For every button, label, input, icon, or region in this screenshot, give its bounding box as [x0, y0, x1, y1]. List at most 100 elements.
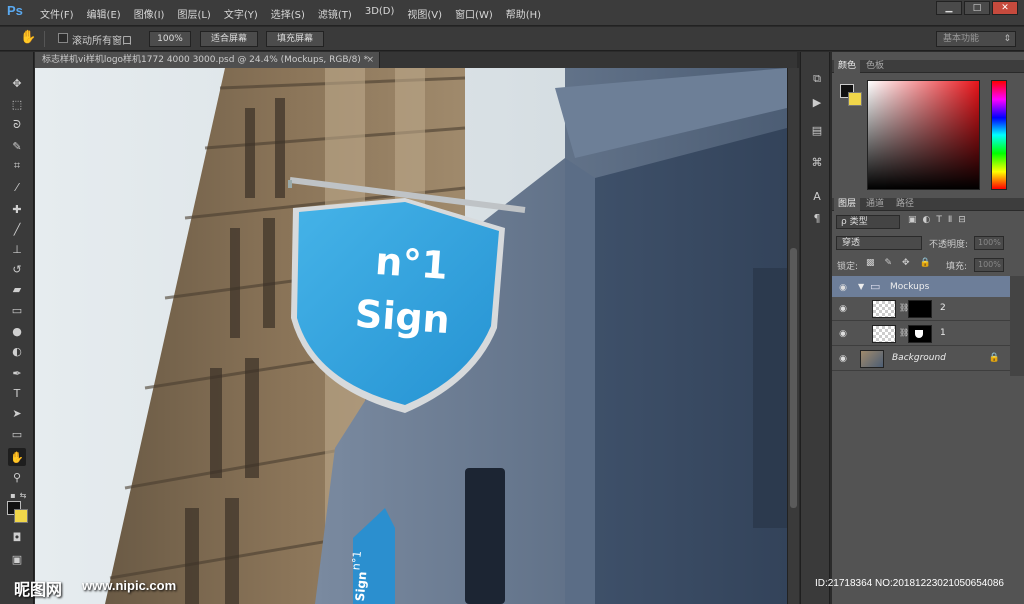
layer-filter-icons[interactable]: ▣◐TⅡ⊟ [908, 215, 972, 225]
path-selection-tool-icon[interactable]: ➤ [8, 404, 26, 422]
history-panel-icon[interactable]: ⧉ [809, 72, 825, 88]
fill-screen-button[interactable]: 填充屏幕 [266, 31, 324, 47]
color-panel [832, 74, 1024, 196]
rectangle-tool-icon[interactable]: ▭ [8, 425, 26, 443]
canvas-vertical-scrollbar[interactable] [787, 68, 799, 604]
photoshop-window: Ps 文件(F) 编辑(E) 图像(I) 图层(L) 文字(Y) 选择(S) 滤… [0, 0, 1024, 604]
document-tab[interactable]: 标志样机vi样机logo样机1772 4000 3000.psd @ 24.4%… [35, 52, 380, 68]
fill-label: 填充: [946, 262, 968, 272]
tab-color[interactable]: 颜色 [834, 60, 861, 73]
character-panel-icon[interactable]: A [809, 190, 825, 206]
clone-stamp-tool-icon[interactable]: ⊥ [8, 240, 26, 258]
opacity-input[interactable]: 100% [974, 236, 1004, 250]
minimize-button[interactable]: ▁ [936, 1, 962, 15]
marquee-tool-icon[interactable]: ⬚ [8, 95, 26, 113]
layers-panel-header: 图层 通道 路径 [832, 198, 1024, 211]
small-sign-line2: Sign [353, 571, 370, 602]
move-tool-icon[interactable]: ✥ [8, 74, 26, 92]
menu-edit[interactable]: 编辑(E) [87, 6, 121, 21]
pen-tool-icon[interactable]: ✒ [8, 364, 26, 382]
crop-tool-icon[interactable]: ⌗ [8, 157, 26, 175]
brush-tool-icon[interactable]: ╱ [8, 220, 26, 238]
zoom-100-button[interactable]: 100% [149, 31, 191, 47]
workspace-label: 基本功能 [943, 34, 980, 44]
visibility-eye-icon[interactable]: ◉ [837, 303, 849, 315]
layer-filter-select[interactable]: ρ 类型 [836, 215, 900, 229]
document-canvas[interactable]: n°1 Sign n°1 Sign [35, 68, 787, 604]
visibility-eye-icon[interactable]: ◉ [837, 282, 849, 294]
quick-selection-tool-icon[interactable]: ✎ [8, 137, 26, 155]
menu-view[interactable]: 视图(V) [407, 6, 442, 21]
tab-swatches[interactable]: 色板 [862, 60, 888, 73]
background-color-swatch[interactable] [14, 509, 28, 523]
folder-icon: ▭ [870, 280, 881, 293]
hand-tool-icon[interactable]: ✋ [8, 448, 26, 466]
scroll-all-windows-label: 滚动所有窗口 [72, 36, 132, 47]
actions-panel-icon[interactable]: ▶ [809, 96, 825, 112]
menu-3d[interactable]: 3D(D) [365, 6, 395, 21]
blur-tool-icon[interactable]: ● [8, 322, 26, 340]
tab-paths[interactable]: 路径 [892, 198, 918, 211]
small-sign-line1: n°1 [349, 550, 364, 571]
document-tab-title: 标志样机vi样机logo样机1772 4000 3000.psd @ 24.4%… [42, 55, 369, 65]
group-expand-icon[interactable]: ▼ [858, 282, 864, 291]
layer-row-2[interactable]: ◉ ⛓ 2 [832, 297, 1010, 321]
color-spectrum-picker[interactable] [867, 80, 980, 190]
fit-screen-button[interactable]: 适合屏幕 [200, 31, 258, 47]
close-tab-icon[interactable]: × [366, 52, 374, 68]
scroll-all-windows-checkbox[interactable] [58, 33, 68, 43]
menu-help[interactable]: 帮助(H) [506, 6, 541, 21]
layer-name: Background [892, 353, 946, 363]
layers-scrollbar[interactable] [1010, 276, 1024, 376]
sign-line1: n°1 [374, 239, 449, 288]
visibility-eye-icon[interactable]: ◉ [837, 353, 849, 365]
menu-window[interactable]: 窗口(W) [455, 6, 493, 21]
background-thumbnail [860, 350, 884, 368]
color-background-swatch[interactable] [848, 92, 862, 106]
hand-tool-preset-icon[interactable]: ✋ [20, 30, 38, 48]
layer-name: 1 [940, 328, 946, 338]
collapsed-panels-strip: ⧉ ▶ ▤ ⌘ A ¶ [800, 52, 830, 604]
menu-file[interactable]: 文件(F) [40, 6, 74, 21]
menu-select[interactable]: 选择(S) [271, 6, 305, 21]
close-button[interactable]: ✕ [992, 1, 1018, 15]
paragraph-panel-icon[interactable]: ¶ [809, 212, 825, 228]
menu-image[interactable]: 图像(I) [134, 6, 165, 21]
window-controls: ▁ □ ✕ [936, 1, 1018, 15]
menu-type[interactable]: 文字(Y) [224, 6, 258, 21]
layer-row-1[interactable]: ◉ ⛓ 1 [832, 322, 1010, 346]
eyedropper-tool-icon[interactable]: ⁄ [8, 178, 26, 196]
type-tool-icon[interactable]: T [8, 384, 26, 402]
sign-line2: Sign [354, 292, 451, 342]
zoom-tool-icon[interactable]: ⚲ [8, 468, 26, 486]
menu-layer[interactable]: 图层(L) [177, 6, 210, 21]
lock-icons[interactable]: ▩✎✥🔒 [866, 258, 941, 268]
lasso-tool-icon[interactable]: ᘐ [8, 116, 26, 134]
dodge-tool-icon[interactable]: ◐ [8, 342, 26, 360]
brush-panel-icon[interactable]: ⌘ [809, 156, 825, 172]
lock-icon: 🔒 [988, 353, 1000, 363]
history-brush-tool-icon[interactable]: ↺ [8, 260, 26, 278]
restore-button[interactable]: □ [964, 1, 990, 15]
workspace-select[interactable]: 基本功能 ⇕ [936, 31, 1016, 47]
layer-row-background[interactable]: ◉ Background 🔒 [832, 347, 1010, 371]
gradient-tool-icon[interactable]: ▭ [8, 301, 26, 319]
canvas-image: n°1 Sign n°1 Sign [35, 68, 787, 604]
tab-channels[interactable]: 通道 [862, 198, 888, 211]
healing-brush-tool-icon[interactable]: ✚ [8, 200, 26, 218]
properties-panel-icon[interactable]: ▤ [809, 124, 825, 140]
tab-layers[interactable]: 图层 [834, 198, 861, 211]
lock-label: 锁定: [837, 262, 859, 272]
eraser-tool-icon[interactable]: ▰ [8, 280, 26, 298]
visibility-eye-icon[interactable]: ◉ [837, 328, 849, 340]
blend-mode-select[interactable]: 穿透 [836, 236, 922, 250]
hue-slider[interactable] [991, 80, 1007, 190]
options-bar: ✋ 滚动所有窗口 100% 适合屏幕 填充屏幕 基本功能 ⇕ [0, 27, 1024, 51]
quick-mask-icon[interactable]: ◘ [8, 528, 26, 546]
menu-bar: Ps 文件(F) 编辑(E) 图像(I) 图层(L) 文字(Y) 选择(S) 滤… [0, 0, 1024, 26]
layer-name: Mockups [890, 282, 930, 292]
scrollbar-thumb[interactable] [790, 248, 797, 508]
fill-input[interactable]: 100% [974, 258, 1004, 272]
screen-mode-icon[interactable]: ▣ [8, 550, 26, 568]
menu-filter[interactable]: 滤镜(T) [318, 6, 352, 21]
